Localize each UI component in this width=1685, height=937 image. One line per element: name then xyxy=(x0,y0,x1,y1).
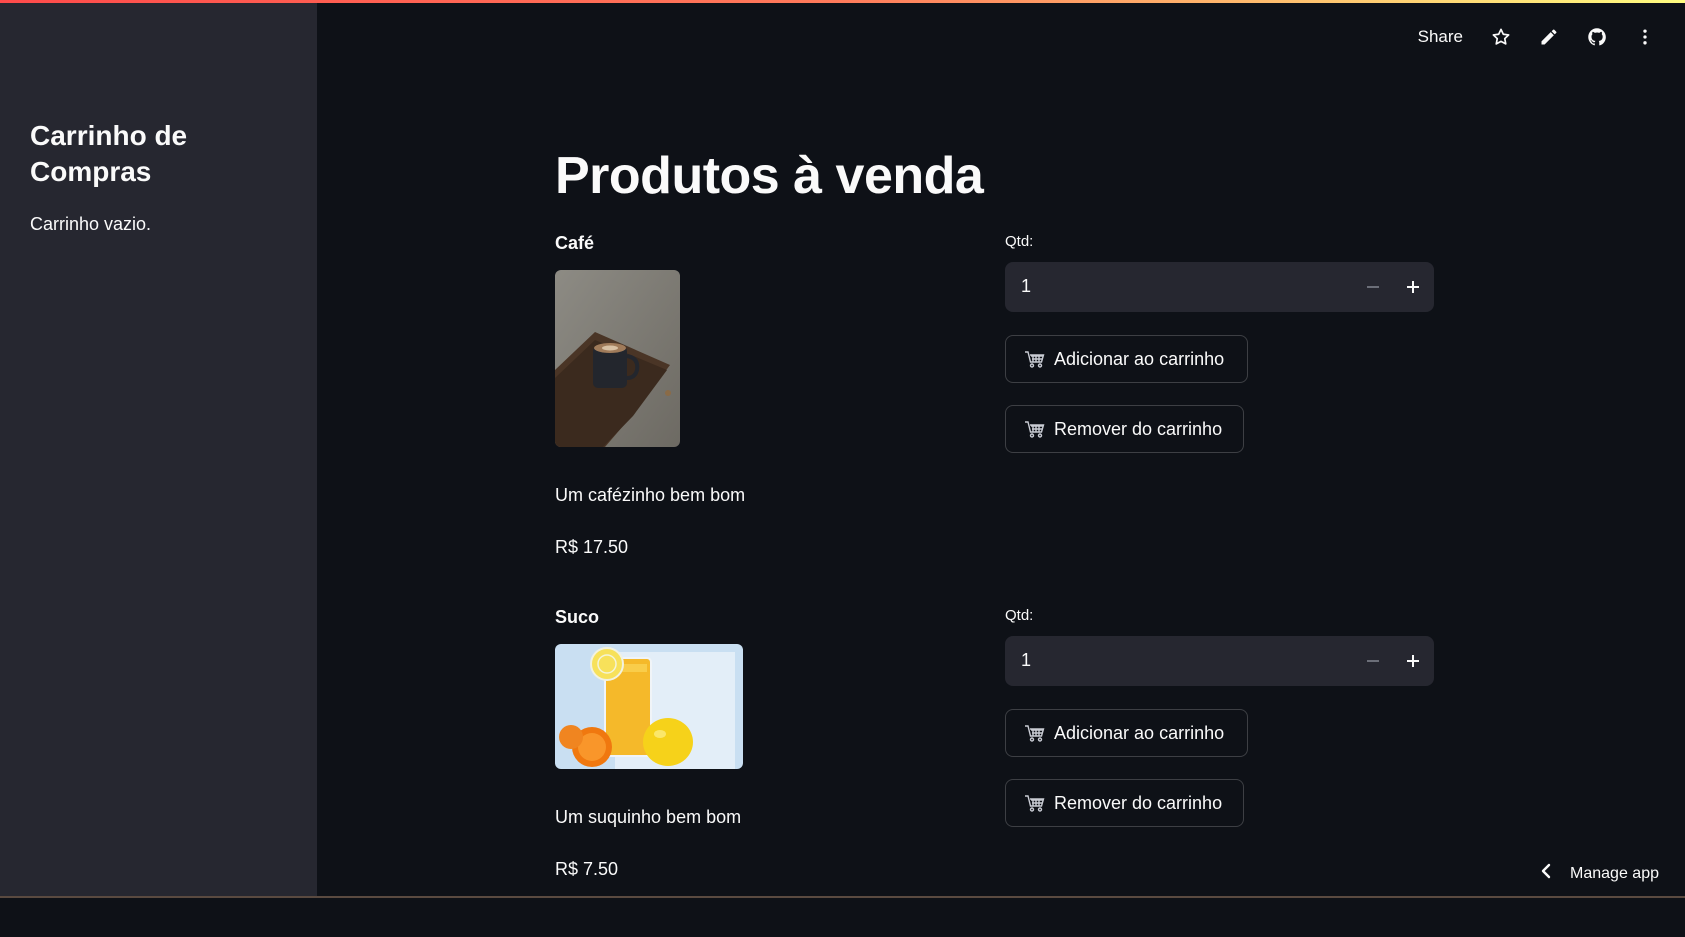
remove-from-cart-label: Remover do carrinho xyxy=(1054,793,1222,814)
product-card-cafe: Café Um cafézinho bem bom R$ 17.50 Qtd: … xyxy=(555,233,1435,563)
github-icon[interactable] xyxy=(1587,27,1607,47)
star-icon[interactable] xyxy=(1491,27,1511,47)
quantity-input[interactable]: 1 xyxy=(1021,276,1031,297)
shopping-cart-icon xyxy=(1024,724,1046,742)
page-title: Produtos à venda xyxy=(555,140,983,212)
product-price: R$ 7.50 xyxy=(555,859,618,880)
product-description: Um cafézinho bem bom xyxy=(555,485,745,506)
product-image-juice xyxy=(555,644,743,769)
remove-from-cart-button[interactable]: Remover do carrinho xyxy=(1005,779,1244,827)
increment-button[interactable] xyxy=(1398,272,1428,302)
top-decoration-bar xyxy=(0,0,1685,3)
sidebar-title: Carrinho de Compras xyxy=(30,118,290,190)
pencil-icon[interactable] xyxy=(1539,27,1559,47)
product-card-suco: Suco Um suquinho bem bom R$ 7.50 Qtd: 1 xyxy=(555,607,1435,937)
shopping-cart-icon xyxy=(1024,794,1046,812)
chevron-left-icon xyxy=(1540,863,1552,884)
remove-from-cart-label: Remover do carrinho xyxy=(1054,419,1222,440)
sidebar: Carrinho de Compras Carrinho vazio. xyxy=(0,0,317,898)
decrement-button[interactable] xyxy=(1358,646,1388,676)
quantity-input[interactable]: 1 xyxy=(1021,650,1031,671)
quantity-stepper[interactable]: 1 xyxy=(1005,262,1434,312)
app-toolbar: Share xyxy=(1418,24,1655,50)
shopping-cart-icon xyxy=(1024,420,1046,438)
decrement-button[interactable] xyxy=(1358,272,1388,302)
add-to-cart-button[interactable]: Adicionar ao carrinho xyxy=(1005,335,1248,383)
increment-button[interactable] xyxy=(1398,646,1428,676)
add-to-cart-label: Adicionar ao carrinho xyxy=(1054,349,1224,370)
manage-app-label: Manage app xyxy=(1570,865,1659,883)
share-button[interactable]: Share xyxy=(1418,27,1463,47)
manage-app-button[interactable]: Manage app xyxy=(1540,863,1659,884)
add-to-cart-button[interactable]: Adicionar ao carrinho xyxy=(1005,709,1248,757)
product-name: Café xyxy=(555,233,594,254)
cart-status-text: Carrinho vazio. xyxy=(30,214,151,235)
add-to-cart-label: Adicionar ao carrinho xyxy=(1054,723,1224,744)
quantity-label: Qtd: xyxy=(1005,607,1033,624)
product-description: Um suquinho bem bom xyxy=(555,807,741,828)
product-name: Suco xyxy=(555,607,599,628)
more-vertical-icon[interactable] xyxy=(1635,27,1655,47)
shopping-cart-icon xyxy=(1024,350,1046,368)
product-price: R$ 17.50 xyxy=(555,537,628,558)
product-image-coffee xyxy=(555,270,680,447)
remove-from-cart-button[interactable]: Remover do carrinho xyxy=(1005,405,1244,453)
quantity-stepper[interactable]: 1 xyxy=(1005,636,1434,686)
quantity-label: Qtd: xyxy=(1005,233,1033,250)
